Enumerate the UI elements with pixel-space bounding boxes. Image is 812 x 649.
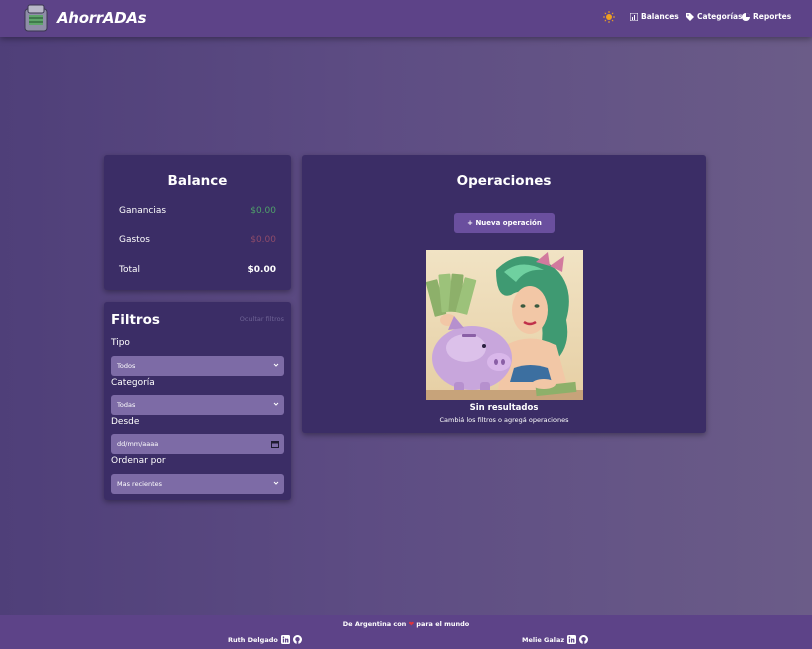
sun-icon[interactable] (603, 11, 615, 23)
filters-title: Filtros (111, 312, 160, 328)
github-icon[interactable] (579, 635, 589, 644)
tag-icon (686, 12, 694, 21)
expenses-label: Gastos (119, 235, 150, 245)
total-value: $0.00 (247, 265, 276, 275)
total-label: Total (119, 265, 141, 275)
type-label: Tipo (111, 338, 130, 348)
footer-tagline-start: De Argentina con (342, 620, 407, 628)
balance-row-total: Total $0.00 (119, 265, 276, 275)
since-label: Desde (111, 417, 140, 427)
balance-card: Balance Ganancias $0.00 Gastos $0.00 Tot… (104, 155, 291, 290)
empty-state-subtitle: Cambiá los filtros o agregá operaciones (439, 416, 569, 424)
category-select-value: Todas (117, 401, 136, 409)
nav-reports-label: Reportes (753, 12, 792, 21)
nav-reports[interactable]: Reportes (742, 12, 791, 21)
linkedin-icon[interactable] (567, 635, 577, 644)
order-select-value: Mas recientes (117, 480, 163, 488)
chevron-down-icon (273, 481, 279, 485)
operations-title: Operaciones (456, 173, 552, 189)
chart-icon (630, 12, 638, 21)
category-label: Categoría (111, 378, 155, 388)
brand-name[interactable]: AhorrADAs (57, 9, 147, 27)
gains-value: $0.00 (250, 206, 276, 216)
operations-card: Operaciones + Nueva operación Sin result… (302, 155, 706, 433)
balance-row-expenses: Gastos $0.00 (119, 235, 276, 245)
type-select[interactable]: Todos (111, 356, 284, 376)
nav-categories[interactable]: Categorías (686, 12, 743, 21)
author-name: Melie Galaz (522, 635, 565, 644)
footer-tagline: De Argentina con ❤ para el mundo (0, 620, 812, 628)
type-select-value: Todos (117, 362, 136, 370)
category-select[interactable]: Todas (111, 395, 284, 415)
filters-card: Filtros Ocultar filtros Tipo Todos Categ… (104, 302, 291, 500)
logo-icon[interactable] (23, 3, 50, 33)
linkedin-icon[interactable] (280, 635, 290, 644)
footer-tagline-end: para el mundo (416, 620, 470, 628)
nav-balances-label: Balances (641, 12, 679, 21)
hide-filters-link[interactable]: Ocultar filtros (240, 315, 284, 323)
nav-categories-label: Categorías (697, 12, 743, 21)
new-operation-button[interactable]: + Nueva operación (454, 213, 555, 233)
footer: De Argentina con ❤ para el mundo Ruth De… (0, 615, 812, 649)
since-date-input[interactable]: dd/mm/aaaa (111, 434, 284, 454)
balance-title: Balance (167, 173, 228, 189)
author-ruth: Ruth Delgado (228, 635, 302, 644)
nav-balances[interactable]: Balances (630, 12, 679, 21)
piggy-bank-illustration (426, 250, 583, 400)
balance-row-gains: Ganancias $0.00 (119, 206, 276, 216)
chevron-down-icon (273, 363, 279, 367)
heart-icon: ❤ (408, 620, 415, 628)
calendar-icon[interactable] (271, 440, 279, 448)
pie-icon (742, 12, 750, 21)
chevron-down-icon (273, 402, 279, 406)
author-melie: Melie Galaz (522, 635, 589, 644)
expenses-value: $0.00 (250, 235, 276, 245)
since-date-placeholder: dd/mm/aaaa (117, 440, 159, 448)
author-name: Ruth Delgado (228, 635, 278, 644)
gains-label: Ganancias (119, 206, 167, 216)
top-navbar: AhorrADAs Balances Categorías Reportes (0, 0, 812, 37)
github-icon[interactable] (292, 635, 302, 644)
order-label: Ordenar por (111, 456, 166, 466)
order-select[interactable]: Mas recientes (111, 474, 284, 494)
empty-state-title: Sin resultados (469, 403, 539, 413)
